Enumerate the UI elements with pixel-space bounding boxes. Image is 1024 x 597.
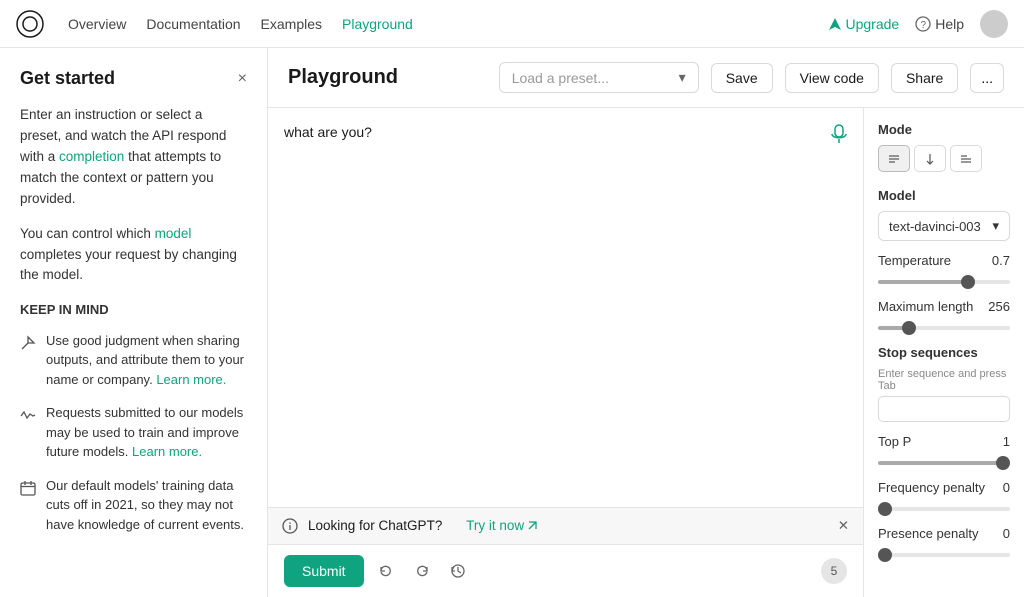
list-item: Use good judgment when sharing outputs, … <box>20 331 247 390</box>
more-options-button[interactable]: ... <box>970 63 1004 93</box>
model-chevron-icon: ▾ <box>992 218 999 234</box>
stop-sequences-input[interactable] <box>878 396 1010 422</box>
nav-documentation[interactable]: Documentation <box>146 16 240 32</box>
close-sidebar-button[interactable]: × <box>238 70 247 88</box>
prompt-input[interactable] <box>284 124 847 507</box>
max-length-value: 256 <box>988 299 1010 314</box>
text-container <box>268 108 863 507</box>
freq-penalty-row: Frequency penalty 0 <box>878 480 1010 495</box>
main-layout: Get started × Enter an instruction or se… <box>0 48 1024 597</box>
info-banner: Looking for ChatGPT? Try it now ✕ <box>268 507 863 544</box>
text-input-area: Looking for ChatGPT? Try it now ✕ Submit <box>268 108 864 597</box>
freq-penalty-value: 0 <box>1003 480 1010 495</box>
activity-icon <box>20 405 36 462</box>
sidebar-header: Get started × <box>20 68 247 89</box>
help-button[interactable]: ? Help <box>915 16 964 32</box>
model-link[interactable]: model <box>155 226 192 241</box>
info-icon <box>282 518 298 534</box>
chevron-down-icon: ▾ <box>679 69 686 86</box>
nav-links: Overview Documentation Examples Playgrou… <box>68 16 413 32</box>
freq-penalty-slider[interactable] <box>878 507 1010 511</box>
redo-button[interactable] <box>408 558 436 584</box>
list-item: Our default models' training data cuts o… <box>20 476 247 535</box>
top-p-row: Top P 1 <box>878 434 1010 449</box>
keep-in-mind-list: Use good judgment when sharing outputs, … <box>20 331 247 535</box>
model-dropdown[interactable]: text-davinci-003 ▾ <box>878 211 1010 241</box>
temperature-section: Temperature 0.7 <box>878 253 1010 287</box>
preset-dropdown[interactable]: Load a preset... ▾ <box>499 62 699 93</box>
user-avatar[interactable] <box>980 10 1008 38</box>
mode-insert-button[interactable] <box>914 145 946 172</box>
max-length-row: Maximum length 256 <box>878 299 1010 314</box>
stop-sequences-hint: Enter sequence and press Tab <box>878 368 1010 392</box>
mode-buttons <box>878 145 1010 172</box>
upgrade-button[interactable]: Upgrade <box>828 16 900 32</box>
model-section: Model text-davinci-003 ▾ <box>878 188 1010 241</box>
preset-placeholder: Load a preset... <box>512 70 609 86</box>
temperature-row: Temperature 0.7 <box>878 253 1010 268</box>
top-p-section: Top P 1 <box>878 434 1010 468</box>
history-button[interactable] <box>444 558 472 584</box>
presence-penalty-slider[interactable] <box>878 553 1010 557</box>
learn-more-link-1[interactable]: Learn more. <box>156 372 226 387</box>
max-length-section: Maximum length 256 <box>878 299 1010 333</box>
sidebar-title: Get started <box>20 68 115 89</box>
mode-edit-button[interactable] <box>950 145 982 172</box>
stop-sequences-section: Stop sequences Enter sequence and press … <box>878 345 1010 422</box>
mode-label: Mode <box>878 122 1010 137</box>
playground-title: Playground <box>288 66 398 89</box>
nav-playground[interactable]: Playground <box>342 16 413 32</box>
playground-body: Looking for ChatGPT? Try it now ✕ Submit <box>268 108 1024 597</box>
freq-penalty-label: Frequency penalty <box>878 480 985 495</box>
stop-sequences-label: Stop sequences <box>878 345 1010 360</box>
share-button[interactable]: Share <box>891 63 958 93</box>
presence-penalty-label: Presence penalty <box>878 526 978 541</box>
temperature-value: 0.7 <box>992 253 1010 268</box>
playground-header: Playground Load a preset... ▾ Save View … <box>268 48 1024 108</box>
sidebar-model-text: You can control which model completes yo… <box>20 224 247 287</box>
send-icon <box>20 333 36 390</box>
model-value: text-davinci-003 <box>889 219 981 234</box>
view-code-button[interactable]: View code <box>785 63 879 93</box>
mode-complete-button[interactable] <box>878 145 910 172</box>
freq-penalty-section: Frequency penalty 0 <box>878 480 1010 514</box>
max-length-label: Maximum length <box>878 299 973 314</box>
presence-penalty-row: Presence penalty 0 <box>878 526 1010 541</box>
char-count-badge: 5 <box>821 558 847 584</box>
nav-right: Upgrade ? Help <box>828 10 1009 38</box>
settings-panel: Mode Model <box>864 108 1024 597</box>
try-it-now-link[interactable]: Try it now <box>466 518 538 533</box>
model-label: Model <box>878 188 1010 203</box>
calendar-icon <box>20 478 36 535</box>
temperature-slider[interactable] <box>878 280 1010 284</box>
max-length-slider[interactable] <box>878 326 1010 330</box>
top-p-label: Top P <box>878 434 911 449</box>
sidebar: Get started × Enter an instruction or se… <box>0 48 268 597</box>
playground-area: Playground Load a preset... ▾ Save View … <box>268 48 1024 597</box>
sidebar-body: Enter an instruction or select a preset,… <box>20 105 247 534</box>
temperature-label: Temperature <box>878 253 951 268</box>
completion-link[interactable]: completion <box>59 149 124 164</box>
learn-more-link-2[interactable]: Learn more. <box>132 444 202 459</box>
microphone-icon[interactable] <box>831 124 847 144</box>
undo-button[interactable] <box>372 558 400 584</box>
list-item: Requests submitted to our models may be … <box>20 403 247 462</box>
top-p-value: 1 <box>1003 434 1010 449</box>
submit-button[interactable]: Submit <box>284 555 364 587</box>
presence-penalty-value: 0 <box>1003 526 1010 541</box>
mode-section: Mode <box>878 122 1010 176</box>
keep-in-mind-heading: KEEP IN MIND <box>20 300 247 320</box>
nav-overview[interactable]: Overview <box>68 16 126 32</box>
text-footer: Submit 5 <box>268 544 863 597</box>
sidebar-intro-text: Enter an instruction or select a preset,… <box>20 105 247 210</box>
top-p-slider[interactable] <box>878 461 1010 465</box>
banner-close-button[interactable]: ✕ <box>838 518 849 534</box>
save-button[interactable]: Save <box>711 63 773 93</box>
presence-penalty-section: Presence penalty 0 <box>878 526 1010 560</box>
nav-examples[interactable]: Examples <box>261 16 322 32</box>
openai-logo <box>16 10 44 38</box>
info-banner-text: Looking for ChatGPT? <box>308 518 442 533</box>
svg-text:?: ? <box>921 20 927 31</box>
nav-bar: Overview Documentation Examples Playgrou… <box>0 0 1024 48</box>
